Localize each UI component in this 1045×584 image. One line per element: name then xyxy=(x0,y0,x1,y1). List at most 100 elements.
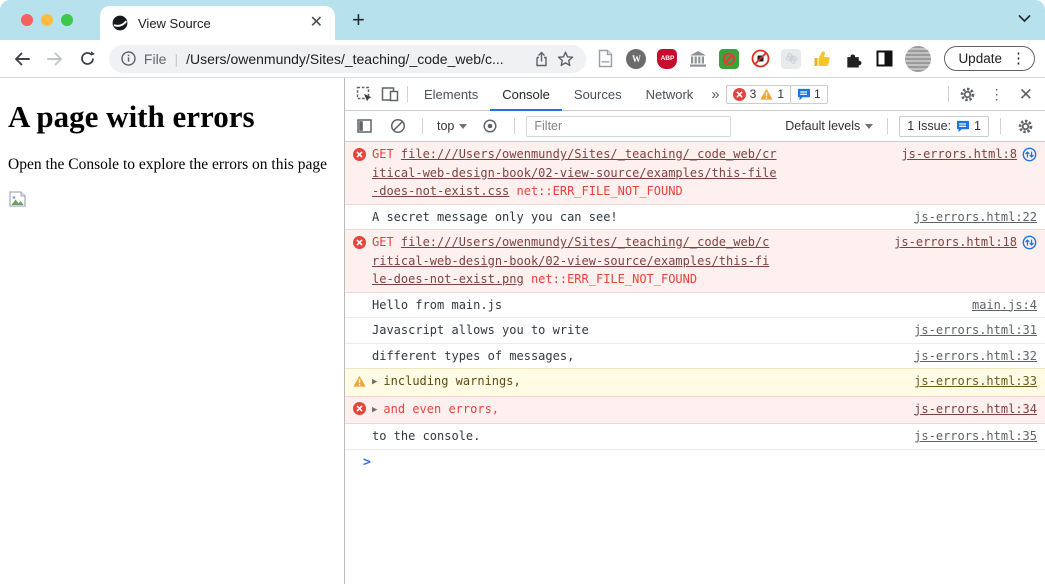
adblock-plus-icon[interactable]: ABP xyxy=(657,49,677,69)
source-link[interactable]: js-errors.html:18 xyxy=(894,233,1017,252)
issues-label: 1 Issue: xyxy=(907,119,951,133)
devtools-close-icon[interactable]: ✕ xyxy=(1013,86,1039,103)
globe-favicon xyxy=(112,15,128,31)
context-selector[interactable]: top xyxy=(434,119,470,133)
page-heading: A page with errors xyxy=(8,99,336,135)
url-scheme-label: File xyxy=(144,51,167,67)
url-divider: | xyxy=(174,51,178,67)
issues-badge[interactable]: 1 xyxy=(790,85,828,104)
source-link[interactable]: js-errors.html:31 xyxy=(914,321,1037,340)
devtools-tabs: ElementsConsoleSourcesNetwork xyxy=(412,78,705,111)
window-controls xyxy=(21,14,73,26)
filter-input[interactable] xyxy=(526,116,731,137)
request-method: GET xyxy=(372,147,401,161)
page-paragraph: Open the Console to explore the errors o… xyxy=(8,156,336,174)
green-blocker-icon[interactable] xyxy=(719,49,739,69)
console-message-row: js-errors.html:34 ▶ and even errors, xyxy=(345,396,1045,425)
tab-search-chevron-icon[interactable] xyxy=(1018,14,1031,23)
source-link[interactable]: js-errors.html:35 xyxy=(914,427,1037,446)
browser-window: View Source ✕ + File | /Users/owenmundy/… xyxy=(0,0,1045,584)
url-text[interactable]: /Users/owenmundy/Sites/_teaching/_code_w… xyxy=(186,51,526,67)
source-link[interactable]: js-errors.html:33 xyxy=(914,372,1037,391)
devtools-tab-sources[interactable]: Sources xyxy=(562,78,634,111)
error-warning-badge[interactable]: 3 1 xyxy=(726,85,791,104)
error-icon xyxy=(353,402,366,415)
console-log: js-errors.html:8GET file:///Users/owenmu… xyxy=(345,142,1045,584)
console-settings-gear-icon[interactable] xyxy=(1012,113,1038,139)
divider xyxy=(1000,118,1001,134)
console-toolbar: top Default levels 1 Issue: 1 xyxy=(345,111,1045,142)
settings-gear-icon[interactable] xyxy=(955,81,981,107)
document-icon[interactable] xyxy=(595,49,615,69)
inspect-element-icon[interactable] xyxy=(351,81,377,107)
browser-menu-icon[interactable]: ⋮ xyxy=(1011,51,1026,66)
new-tab-button[interactable]: + xyxy=(352,9,365,31)
source-location: js-errors.html:31 xyxy=(914,321,1037,340)
message-text: and even errors, xyxy=(383,402,499,416)
thumbs-up-icon[interactable] xyxy=(812,49,832,69)
source-link[interactable]: js-errors.html:22 xyxy=(914,208,1037,227)
wayback-machine-icon[interactable]: W xyxy=(626,49,646,69)
source-location: js-errors.html:8 xyxy=(901,145,1037,164)
contrast-icon[interactable] xyxy=(874,49,894,69)
share-icon[interactable] xyxy=(534,51,549,67)
source-link[interactable]: js-errors.html:8 xyxy=(901,145,1017,164)
console-message-row: js-errors.html:22A secret message only y… xyxy=(345,205,1045,231)
tab-close-icon[interactable]: ✕ xyxy=(310,15,323,31)
source-link[interactable]: main.js:4 xyxy=(972,296,1037,315)
console-prompt[interactable]: > xyxy=(345,450,1045,475)
error-status: net::ERR_FILE_NOT_FOUND xyxy=(524,272,697,286)
address-bar[interactable]: File | /Users/owenmundy/Sites/_teaching/… xyxy=(109,45,587,73)
refresh-icon[interactable] xyxy=(76,47,100,71)
forward-icon[interactable] xyxy=(43,47,67,71)
no-entry-icon[interactable] xyxy=(750,49,770,69)
profile-avatar[interactable] xyxy=(905,46,931,72)
devtools-tab-network[interactable]: Network xyxy=(634,78,706,111)
browser-tab[interactable]: View Source ✕ xyxy=(100,6,335,40)
expand-triangle-icon[interactable]: ▶ xyxy=(372,373,377,392)
message-text: to the console. xyxy=(372,429,480,443)
tab-title: View Source xyxy=(138,16,310,31)
devtools-panel: ElementsConsoleSourcesNetwork » 3 1 1 ⋮ … xyxy=(345,78,1045,584)
error-icon xyxy=(353,148,366,161)
archive-icon[interactable] xyxy=(688,49,708,69)
device-toolbar-icon[interactable] xyxy=(377,81,403,107)
devtools-tab-elements[interactable]: Elements xyxy=(412,78,490,111)
more-tabs-icon[interactable]: » xyxy=(705,86,725,103)
message-text: Javascript allows you to write xyxy=(372,323,589,337)
initiator-stack-icon[interactable] xyxy=(1022,235,1037,250)
info-icon[interactable] xyxy=(121,51,136,66)
update-button[interactable]: Update ⋮ xyxy=(944,46,1035,71)
live-expression-eye-icon[interactable] xyxy=(477,113,503,139)
console-message-row: js-errors.html:31 Javascript allows you t… xyxy=(345,318,1045,344)
devtools-controls: ⋮ ✕ xyxy=(944,81,1039,107)
log-levels-label: Default levels xyxy=(785,119,860,133)
content-area: A page with errors Open the Console to e… xyxy=(0,78,1045,584)
warning-count: 1 xyxy=(777,87,784,101)
expand-triangle-icon[interactable]: ▶ xyxy=(372,401,377,420)
devtools-menu-icon[interactable]: ⋮ xyxy=(983,87,1011,101)
divider xyxy=(887,118,888,134)
initiator-stack-icon[interactable] xyxy=(1022,147,1037,162)
source-location: js-errors.html:33 xyxy=(914,372,1037,391)
faded-extension-icon[interactable] xyxy=(781,49,801,69)
zoom-window-button[interactable] xyxy=(61,14,73,26)
close-window-button[interactable] xyxy=(21,14,33,26)
update-label: Update xyxy=(958,51,1002,66)
devtools-tabbar: ElementsConsoleSourcesNetwork » 3 1 1 ⋮ … xyxy=(345,78,1045,111)
console-sidebar-icon[interactable] xyxy=(352,113,378,139)
minimize-window-button[interactable] xyxy=(41,14,53,26)
source-link[interactable]: js-errors.html:32 xyxy=(914,347,1037,366)
issues-button[interactable]: 1 Issue: 1 xyxy=(899,116,989,137)
message-text: including warnings, xyxy=(383,374,520,388)
request-method: GET xyxy=(372,235,401,249)
devtools-tab-console[interactable]: Console xyxy=(490,78,562,111)
source-location: js-errors.html:22 xyxy=(914,208,1037,227)
log-levels-selector[interactable]: Default levels xyxy=(782,119,876,133)
bookmark-star-icon[interactable] xyxy=(557,51,574,67)
source-link[interactable]: js-errors.html:34 xyxy=(914,400,1037,419)
clear-console-icon[interactable] xyxy=(385,113,411,139)
error-count: 3 xyxy=(750,87,757,101)
back-icon[interactable] xyxy=(10,47,34,71)
puzzle-extensions-icon[interactable] xyxy=(843,49,863,69)
